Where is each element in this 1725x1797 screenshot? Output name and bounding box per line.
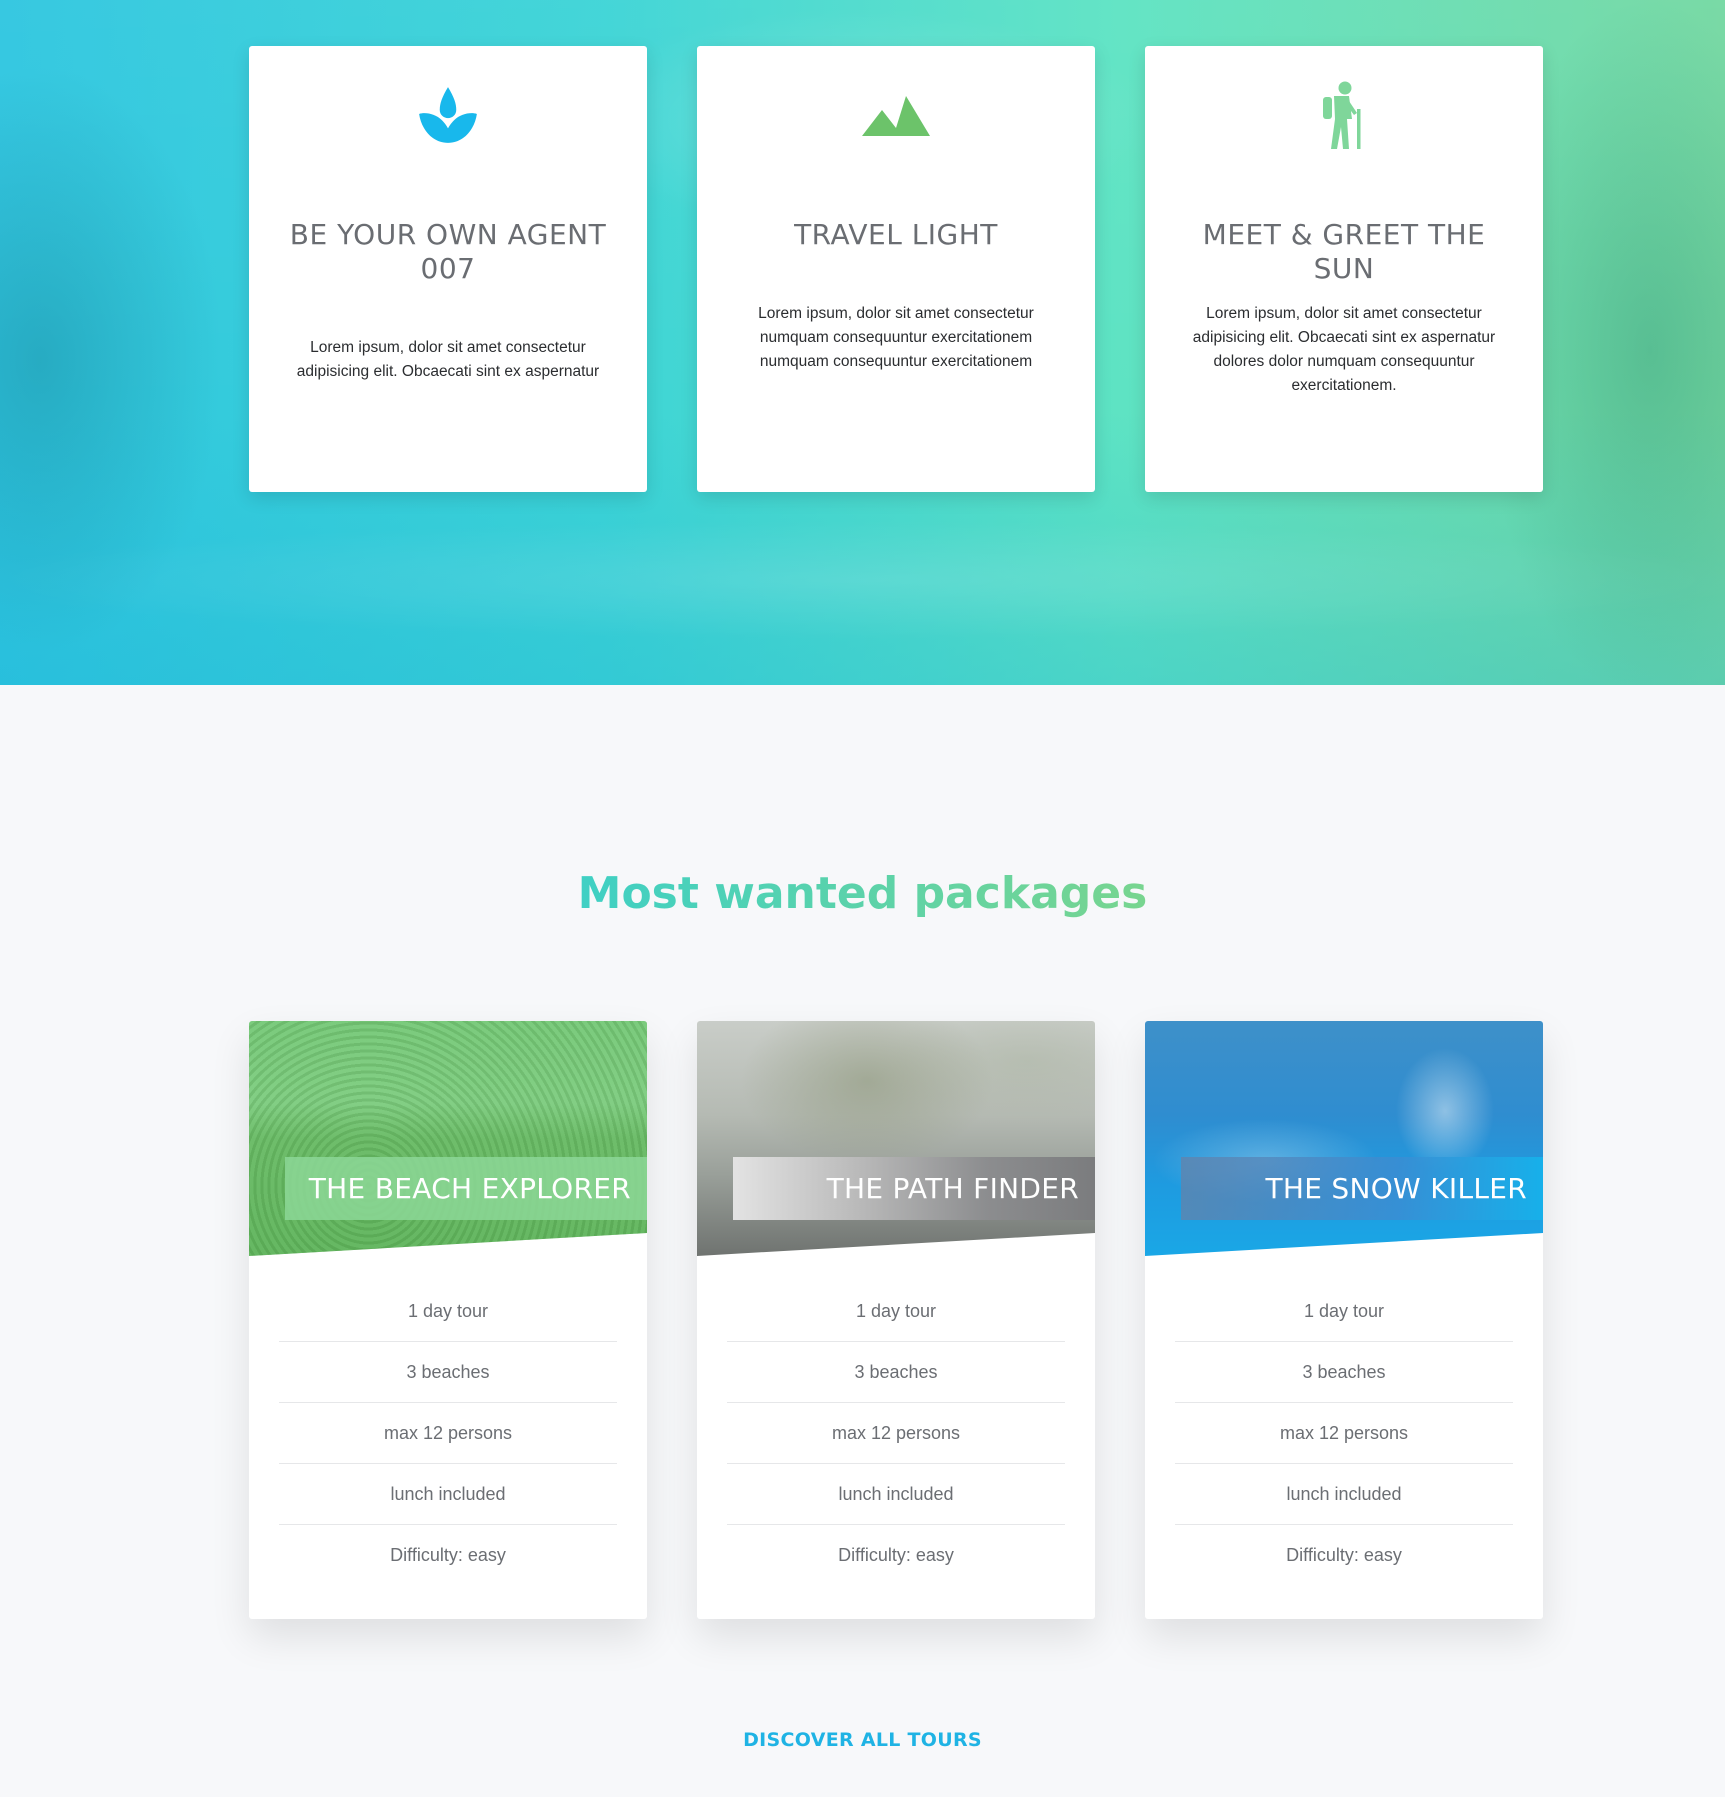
discover-cta: DISCOVER ALL TOURS <box>0 1729 1725 1751</box>
package-feature-list: 1 day tour 3 beaches max 12 persons lunc… <box>727 1281 1065 1585</box>
package-name: THE BEACH EXPLORER <box>308 1172 631 1205</box>
package-feature-list: 1 day tour 3 beaches max 12 persons lunc… <box>279 1281 617 1585</box>
list-item: 3 beaches <box>727 1342 1065 1403</box>
package-name: THE SNOW KILLER <box>1265 1172 1527 1205</box>
list-item: lunch included <box>279 1464 617 1525</box>
package-feature-list: 1 day tour 3 beaches max 12 persons lunc… <box>1175 1281 1513 1585</box>
section-title: Most wanted packages <box>0 868 1725 919</box>
list-item: 1 day tour <box>279 1281 617 1342</box>
list-item: 1 day tour <box>1175 1281 1513 1342</box>
hero-section: BE YOUR OWN AGENT 007 Lorem ipsum, dolor… <box>0 0 1725 685</box>
feature-card-travel-light: TRAVEL LIGHT Lorem ipsum, dolor sit amet… <box>697 46 1095 492</box>
list-item: 3 beaches <box>1175 1342 1513 1403</box>
list-item: 3 beaches <box>279 1342 617 1403</box>
package-card-snow-killer[interactable]: THE SNOW KILLER 1 day tour 3 beaches max… <box>1145 1021 1543 1619</box>
feature-title: MEET & GREET THE SUN <box>1202 218 1486 285</box>
package-photo-forest <box>697 1021 1095 1256</box>
list-item: max 12 persons <box>279 1403 617 1464</box>
package-photo-beach <box>249 1021 647 1256</box>
list-item: max 12 persons <box>727 1403 1065 1464</box>
mountains-icon <box>697 76 1095 156</box>
feature-text: Lorem ipsum, dolor sit amet consectetur … <box>758 305 1034 370</box>
section-title-text: Most wanted packages <box>577 868 1148 919</box>
feature-title: TRAVEL LIGHT <box>794 218 998 251</box>
feature-card-agent: BE YOUR OWN AGENT 007 Lorem ipsum, dolor… <box>249 46 647 492</box>
list-item: Difficulty: easy <box>838 1545 954 1565</box>
feature-text: Lorem ipsum, dolor sit amet consectetur … <box>296 339 600 380</box>
package-card-path-finder[interactable]: THE PATH FINDER 1 day tour 3 beaches max… <box>697 1021 1095 1619</box>
package-name-band: THE PATH FINDER <box>733 1157 1095 1220</box>
list-item: lunch included <box>727 1464 1065 1525</box>
discover-all-tours-link[interactable]: DISCOVER ALL TOURS <box>743 1729 982 1751</box>
hero-shore-highlight <box>0 520 1725 640</box>
list-item: max 12 persons <box>1175 1403 1513 1464</box>
package-name: THE PATH FINDER <box>826 1172 1079 1205</box>
lotus-icon <box>249 76 647 156</box>
package-name-band: THE BEACH EXPLORER <box>285 1157 647 1220</box>
hiker-icon <box>1145 76 1543 156</box>
package-photo-snow <box>1145 1021 1543 1256</box>
feature-card-meet-sun: MEET & GREET THE SUN Lorem ipsum, dolor … <box>1145 46 1543 492</box>
package-card-beach-explorer[interactable]: THE BEACH EXPLORER 1 day tour 3 beaches … <box>249 1021 647 1619</box>
feature-title: BE YOUR OWN AGENT 007 <box>289 218 607 285</box>
feature-text: Lorem ipsum, dolor sit amet consectetur … <box>1192 305 1496 394</box>
package-name-band: THE SNOW KILLER <box>1181 1157 1543 1220</box>
list-item: lunch included <box>1175 1464 1513 1525</box>
list-item: Difficulty: easy <box>1286 1545 1402 1565</box>
list-item: Difficulty: easy <box>390 1545 506 1565</box>
list-item: 1 day tour <box>727 1281 1065 1342</box>
